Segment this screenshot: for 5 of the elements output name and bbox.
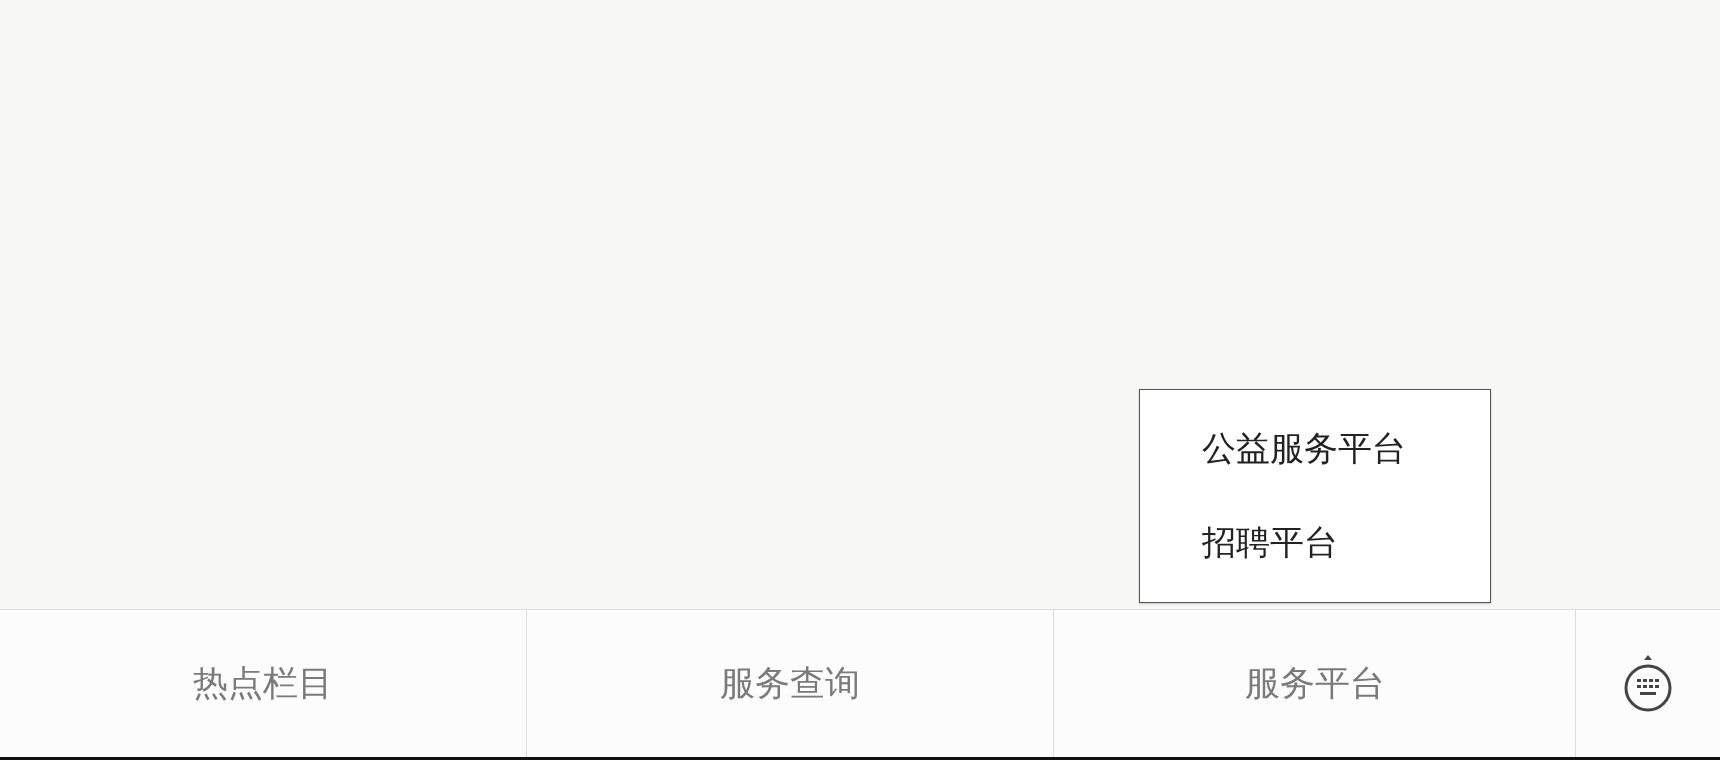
menu-tab[interactable]: 服务查询 xyxy=(704,652,876,715)
submenu-item[interactable]: 招聘平台 xyxy=(1139,496,1490,590)
menu-tab[interactable]: 服务平台 xyxy=(1228,652,1401,715)
menu-tab[interactable]: 热点栏目 xyxy=(177,652,349,715)
submenu-item[interactable]: 公益服务平台 xyxy=(1139,402,1490,496)
